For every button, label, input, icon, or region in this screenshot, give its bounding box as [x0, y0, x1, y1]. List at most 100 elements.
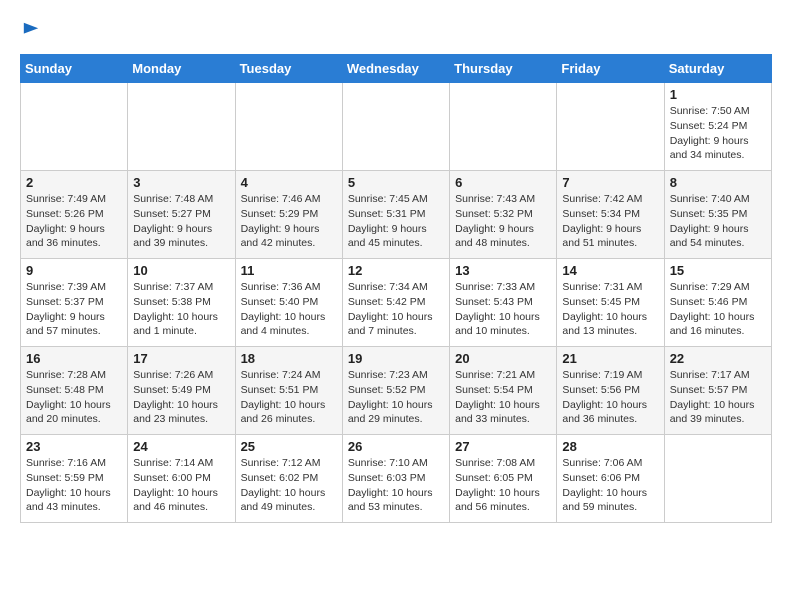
day-number: 7 — [562, 175, 658, 190]
calendar-cell: 28 Sunrise: 7:06 AM Sunset: 6:06 PM Dayli… — [557, 435, 664, 523]
day-info: Sunrise: 7:24 AM Sunset: 5:51 PM Dayligh… — [241, 368, 337, 427]
weekday-header-friday: Friday — [557, 55, 664, 83]
day-info: Sunrise: 7:14 AM Sunset: 6:00 PM Dayligh… — [133, 456, 229, 515]
calendar-cell: 23 Sunrise: 7:16 AM Sunset: 5:59 PM Dayli… — [21, 435, 128, 523]
calendar-table: SundayMondayTuesdayWednesdayThursdayFrid… — [20, 54, 772, 523]
calendar-cell: 27Sunrise: 7:08 AM Sunset: 6:05 PM Dayli… — [450, 435, 557, 523]
calendar-cell — [342, 83, 449, 171]
day-number: 23 — [26, 439, 122, 454]
day-number: 20 — [455, 351, 551, 366]
day-number: 24 — [133, 439, 229, 454]
calendar-cell: 13 Sunrise: 7:33 AM Sunset: 5:43 PM Dayli… — [450, 259, 557, 347]
calendar-cell: 12 Sunrise: 7:34 AM Sunset: 5:42 PM Dayli… — [342, 259, 449, 347]
day-number: 3 — [133, 175, 229, 190]
day-info: Sunrise: 7:45 AM Sunset: 5:31 PM Dayligh… — [348, 192, 444, 251]
day-number: 5 — [348, 175, 444, 190]
day-info: Sunrise: 7:10 AM Sunset: 6:03 PM Dayligh… — [348, 456, 444, 515]
day-number: 26 — [348, 439, 444, 454]
day-number: 10 — [133, 263, 229, 278]
weekday-header-thursday: Thursday — [450, 55, 557, 83]
weekday-header-wednesday: Wednesday — [342, 55, 449, 83]
logo-flag-icon — [22, 21, 40, 39]
calendar-cell: 3 Sunrise: 7:48 AM Sunset: 5:27 PM Daylig… — [128, 171, 235, 259]
calendar-cell: 19 Sunrise: 7:23 AM Sunset: 5:52 PM Dayli… — [342, 347, 449, 435]
calendar-cell — [235, 83, 342, 171]
day-number: 13 — [455, 263, 551, 278]
day-info: Sunrise: 7:36 AM Sunset: 5:40 PM Dayligh… — [241, 280, 337, 339]
calendar-cell — [21, 83, 128, 171]
week-row-4: 16 Sunrise: 7:28 AM Sunset: 5:48 PM Dayli… — [21, 347, 772, 435]
calendar-cell: 11 Sunrise: 7:36 AM Sunset: 5:40 PM Dayli… — [235, 259, 342, 347]
day-info: Sunrise: 7:42 AM Sunset: 5:34 PM Dayligh… — [562, 192, 658, 251]
day-info: Sunrise: 7:06 AM Sunset: 6:06 PM Dayligh… — [562, 456, 658, 515]
weekday-header-row: SundayMondayTuesdayWednesdayThursdayFrid… — [21, 55, 772, 83]
day-number: 8 — [670, 175, 766, 190]
page-header — [20, 20, 772, 44]
week-row-5: 23 Sunrise: 7:16 AM Sunset: 5:59 PM Dayli… — [21, 435, 772, 523]
day-info: Sunrise: 7:34 AM Sunset: 5:42 PM Dayligh… — [348, 280, 444, 339]
day-info: Sunrise: 7:29 AM Sunset: 5:46 PM Dayligh… — [670, 280, 766, 339]
day-number: 9 — [26, 263, 122, 278]
day-info: Sunrise: 7:26 AM Sunset: 5:49 PM Dayligh… — [133, 368, 229, 427]
day-number: 19 — [348, 351, 444, 366]
week-row-3: 9Sunrise: 7:39 AM Sunset: 5:37 PM Daylig… — [21, 259, 772, 347]
calendar-cell: 14Sunrise: 7:31 AM Sunset: 5:45 PM Dayli… — [557, 259, 664, 347]
logo — [20, 20, 40, 44]
week-row-1: 1 Sunrise: 7:50 AM Sunset: 5:24 PM Daylig… — [21, 83, 772, 171]
calendar-cell — [664, 435, 771, 523]
day-info: Sunrise: 7:19 AM Sunset: 5:56 PM Dayligh… — [562, 368, 658, 427]
day-number: 12 — [348, 263, 444, 278]
calendar-cell: 7 Sunrise: 7:42 AM Sunset: 5:34 PM Daylig… — [557, 171, 664, 259]
day-info: Sunrise: 7:49 AM Sunset: 5:26 PM Dayligh… — [26, 192, 122, 251]
calendar-cell: 1 Sunrise: 7:50 AM Sunset: 5:24 PM Daylig… — [664, 83, 771, 171]
day-info: Sunrise: 7:28 AM Sunset: 5:48 PM Dayligh… — [26, 368, 122, 427]
day-info: Sunrise: 7:21 AM Sunset: 5:54 PM Dayligh… — [455, 368, 551, 427]
day-info: Sunrise: 7:33 AM Sunset: 5:43 PM Dayligh… — [455, 280, 551, 339]
weekday-header-saturday: Saturday — [664, 55, 771, 83]
calendar-cell — [557, 83, 664, 171]
calendar-cell: 5 Sunrise: 7:45 AM Sunset: 5:31 PM Daylig… — [342, 171, 449, 259]
day-number: 1 — [670, 87, 766, 102]
weekday-header-tuesday: Tuesday — [235, 55, 342, 83]
day-number: 21 — [562, 351, 658, 366]
day-info: Sunrise: 7:31 AM Sunset: 5:45 PM Dayligh… — [562, 280, 658, 339]
day-info: Sunrise: 7:50 AM Sunset: 5:24 PM Dayligh… — [670, 104, 766, 163]
day-info: Sunrise: 7:37 AM Sunset: 5:38 PM Dayligh… — [133, 280, 229, 339]
day-info: Sunrise: 7:08 AM Sunset: 6:05 PM Dayligh… — [455, 456, 551, 515]
day-info: Sunrise: 7:12 AM Sunset: 6:02 PM Dayligh… — [241, 456, 337, 515]
day-info: Sunrise: 7:43 AM Sunset: 5:32 PM Dayligh… — [455, 192, 551, 251]
day-number: 18 — [241, 351, 337, 366]
day-info: Sunrise: 7:17 AM Sunset: 5:57 PM Dayligh… — [670, 368, 766, 427]
week-row-2: 2 Sunrise: 7:49 AM Sunset: 5:26 PM Daylig… — [21, 171, 772, 259]
weekday-header-sunday: Sunday — [21, 55, 128, 83]
calendar-cell: 6 Sunrise: 7:43 AM Sunset: 5:32 PM Daylig… — [450, 171, 557, 259]
calendar-cell: 26 Sunrise: 7:10 AM Sunset: 6:03 PM Dayli… — [342, 435, 449, 523]
day-number: 28 — [562, 439, 658, 454]
day-number: 16 — [26, 351, 122, 366]
calendar-cell: 24 Sunrise: 7:14 AM Sunset: 6:00 PM Dayli… — [128, 435, 235, 523]
calendar-cell: 22 Sunrise: 7:17 AM Sunset: 5:57 PM Dayli… — [664, 347, 771, 435]
day-info: Sunrise: 7:40 AM Sunset: 5:35 PM Dayligh… — [670, 192, 766, 251]
day-number: 25 — [241, 439, 337, 454]
calendar-cell: 4Sunrise: 7:46 AM Sunset: 5:29 PM Daylig… — [235, 171, 342, 259]
calendar-cell: 17 Sunrise: 7:26 AM Sunset: 5:49 PM Dayli… — [128, 347, 235, 435]
calendar-cell: 8 Sunrise: 7:40 AM Sunset: 5:35 PM Daylig… — [664, 171, 771, 259]
day-number: 11 — [241, 263, 337, 278]
calendar-cell: 2 Sunrise: 7:49 AM Sunset: 5:26 PM Daylig… — [21, 171, 128, 259]
calendar-cell — [450, 83, 557, 171]
logo-text — [20, 20, 40, 44]
weekday-header-monday: Monday — [128, 55, 235, 83]
calendar-cell: 16 Sunrise: 7:28 AM Sunset: 5:48 PM Dayli… — [21, 347, 128, 435]
calendar-cell: 21 Sunrise: 7:19 AM Sunset: 5:56 PM Dayli… — [557, 347, 664, 435]
day-number: 6 — [455, 175, 551, 190]
calendar-cell: 18 Sunrise: 7:24 AM Sunset: 5:51 PM Dayli… — [235, 347, 342, 435]
calendar-cell: 15Sunrise: 7:29 AM Sunset: 5:46 PM Dayli… — [664, 259, 771, 347]
day-number: 4 — [241, 175, 337, 190]
day-number: 2 — [26, 175, 122, 190]
day-number: 17 — [133, 351, 229, 366]
day-info: Sunrise: 7:23 AM Sunset: 5:52 PM Dayligh… — [348, 368, 444, 427]
calendar-cell: 25 Sunrise: 7:12 AM Sunset: 6:02 PM Dayli… — [235, 435, 342, 523]
day-info: Sunrise: 7:48 AM Sunset: 5:27 PM Dayligh… — [133, 192, 229, 251]
day-info: Sunrise: 7:16 AM Sunset: 5:59 PM Dayligh… — [26, 456, 122, 515]
day-number: 22 — [670, 351, 766, 366]
